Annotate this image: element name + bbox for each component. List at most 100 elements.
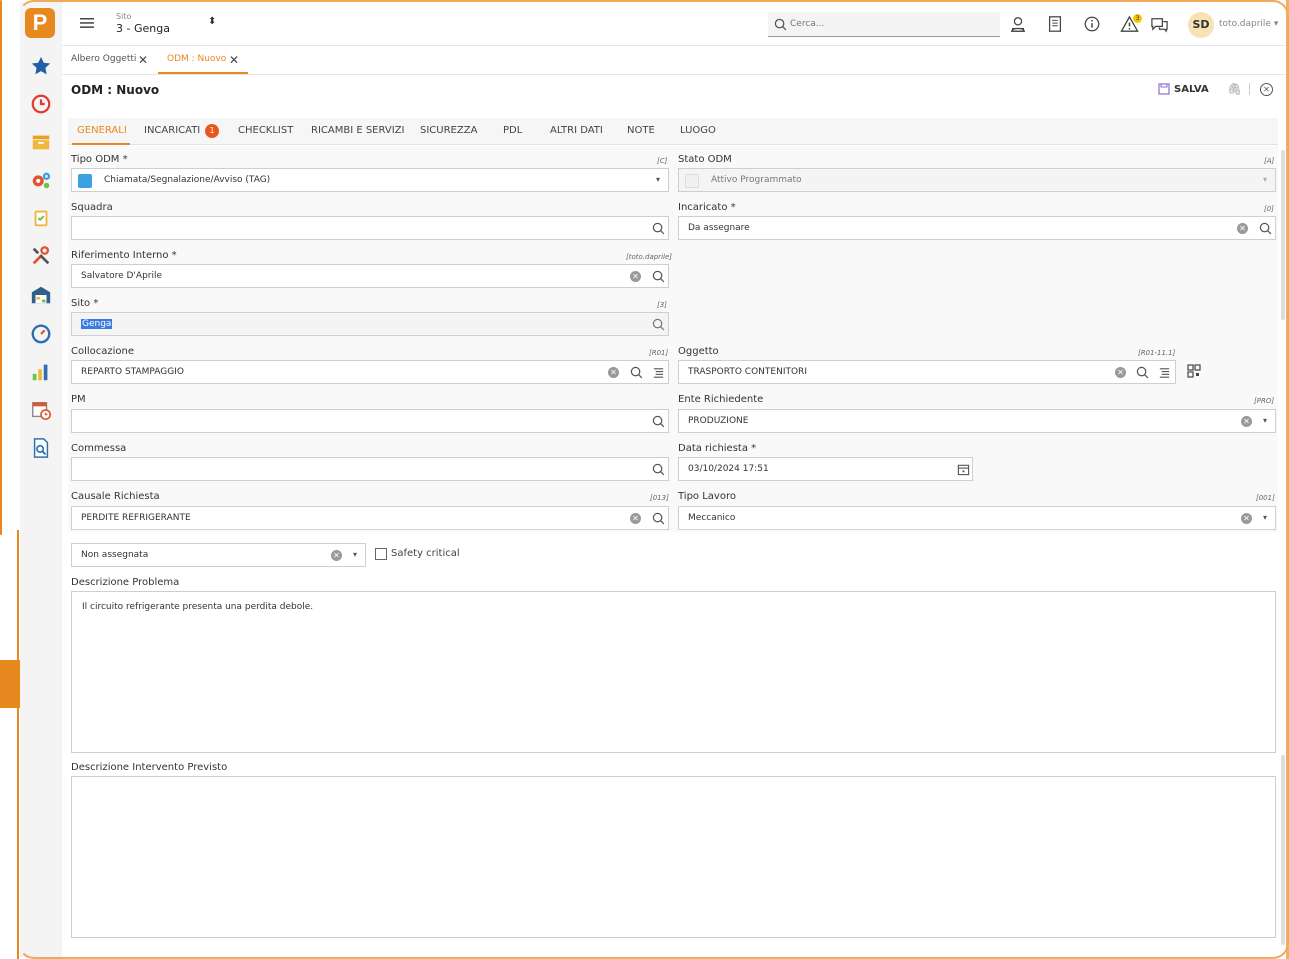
- clear-icon[interactable]: ✕: [1241, 416, 1252, 427]
- search-icon[interactable]: [652, 512, 665, 525]
- user-support-icon[interactable]: [1008, 14, 1028, 34]
- hamburger-menu-icon[interactable]: [80, 17, 94, 29]
- clear-icon[interactable]: ✕: [1115, 367, 1126, 378]
- divider: [1249, 83, 1250, 95]
- clipboard-icon[interactable]: [29, 206, 53, 230]
- causale-value: PERDITE REFRIGERANTE: [81, 513, 191, 523]
- chat-icon[interactable]: [1149, 14, 1169, 34]
- search-icon[interactable]: [652, 463, 665, 476]
- close-icon[interactable]: ✕: [229, 53, 239, 67]
- caret-down-icon[interactable]: ▾: [1263, 416, 1267, 425]
- favorites-star-icon[interactable]: [29, 54, 53, 78]
- bar-chart-icon[interactable]: [29, 360, 53, 384]
- sito-code: [3]: [657, 301, 667, 309]
- calendar-clock-icon[interactable]: [29, 398, 53, 422]
- warehouse-icon[interactable]: [29, 283, 53, 307]
- avatar[interactable]: SD: [1188, 12, 1214, 38]
- sort-arrows-icon[interactable]: ⬍: [208, 16, 216, 27]
- riferimento-input[interactable]: Salvatore D'Aprile ✕: [71, 264, 669, 288]
- tipo-lavoro-code: [001]: [1256, 494, 1275, 502]
- chevron-down-icon: ▾: [1273, 19, 1279, 29]
- close-icon[interactable]: ✕: [138, 53, 148, 67]
- oggetto-input[interactable]: TRASPORTO CONTENITORI ✕: [678, 360, 1176, 384]
- caret-down-icon[interactable]: ▾: [353, 550, 357, 559]
- state-color-swatch: [685, 174, 699, 188]
- calendar-icon[interactable]: [957, 463, 970, 476]
- clear-icon[interactable]: ✕: [630, 513, 641, 524]
- descrizione-problema-textarea[interactable]: Il circuito refrigerante presenta una pe…: [71, 591, 1276, 753]
- tab-albero-oggetti[interactable]: Albero Oggetti: [71, 54, 136, 64]
- safety-critical-checkbox[interactable]: [375, 548, 387, 560]
- info-icon[interactable]: [1082, 14, 1102, 34]
- user-menu[interactable]: toto.daprile ▾: [1219, 19, 1278, 29]
- tab-ricambi-servizi[interactable]: RICAMBI E SERVIZI: [311, 125, 405, 136]
- commessa-input[interactable]: [71, 457, 669, 481]
- site-selector[interactable]: 3 - Genga: [116, 22, 170, 35]
- scrollbar[interactable]: [1281, 150, 1285, 320]
- clear-icon[interactable]: ✕: [331, 550, 342, 561]
- squadra-input[interactable]: [71, 216, 669, 240]
- clear-icon[interactable]: ✕: [1241, 513, 1252, 524]
- tab-altri-dati[interactable]: ALTRI DATI: [550, 125, 603, 136]
- clear-icon[interactable]: ✕: [630, 271, 641, 282]
- clock-icon[interactable]: [29, 92, 53, 116]
- tipo-odm-select[interactable]: Chiamata/Segnalazione/Avviso (TAG) ▾: [71, 168, 669, 192]
- qr-code-icon[interactable]: [1187, 364, 1201, 378]
- caret-down-icon[interactable]: ▾: [1263, 513, 1267, 522]
- search-icon[interactable]: [652, 270, 665, 283]
- tab-checklist[interactable]: CHECKLIST: [238, 125, 293, 136]
- list-tree-icon[interactable]: [1158, 366, 1171, 379]
- save-label: SALVA: [1174, 83, 1209, 95]
- descrizione-intervento-label: Descrizione Intervento Previsto: [71, 762, 228, 773]
- tipo-odm-label: Tipo ODM *: [71, 154, 128, 165]
- site-label: Sito: [116, 12, 132, 21]
- causale-input[interactable]: PERDITE REFRIGERANTE ✕: [71, 506, 669, 530]
- search-icon[interactable]: [1259, 222, 1272, 235]
- book-icon[interactable]: [1045, 14, 1065, 34]
- list-tree-icon[interactable]: [652, 366, 665, 379]
- search-icon[interactable]: [1136, 366, 1149, 379]
- app-logo[interactable]: P: [25, 8, 55, 38]
- tab-incaricati[interactable]: INCARICATI: [144, 125, 200, 136]
- descrizione-intervento-textarea[interactable]: [71, 776, 1276, 938]
- sito-input[interactable]: Genga: [71, 312, 669, 336]
- search-icon[interactable]: [652, 222, 665, 235]
- app-window: P Sito 3 - Genga ⬍ Cerca... 3 SD toto.da…: [0, 0, 1289, 959]
- collocazione-value: REPARTO STAMPAGGIO: [81, 367, 184, 377]
- clear-icon[interactable]: ✕: [1237, 223, 1248, 234]
- search-icon[interactable]: [652, 415, 665, 428]
- caret-down-icon: ▾: [656, 175, 661, 184]
- tab-generali[interactable]: GENERALI: [77, 125, 127, 136]
- tab-odm-nuovo[interactable]: ODM : Nuovo: [167, 54, 226, 64]
- tab-luogo[interactable]: LUOGO: [680, 125, 716, 136]
- tab-sicurezza[interactable]: SICUREZZA: [420, 125, 477, 136]
- attachment-icon[interactable]: 🖇: [1227, 82, 1242, 96]
- search-icon[interactable]: [652, 318, 665, 331]
- scrollbar[interactable]: [1281, 755, 1285, 945]
- clear-icon[interactable]: ✕: [608, 367, 619, 378]
- save-button[interactable]: SALVA: [1158, 83, 1209, 95]
- priority-select[interactable]: Non assegnata ✕ ▾: [71, 543, 366, 567]
- data-richiesta-input[interactable]: 03/10/2024 17:51: [678, 457, 973, 481]
- save-icon: [1158, 83, 1170, 95]
- incaricato-label: Incaricato *: [678, 202, 736, 213]
- tools-icon[interactable]: [29, 244, 53, 268]
- collocazione-code: [R01]: [649, 349, 669, 357]
- stato-odm-select: Attivo Programmato ▾: [678, 168, 1276, 192]
- gears-icon[interactable]: [29, 168, 53, 192]
- pm-input[interactable]: [71, 409, 669, 433]
- tab-pdl[interactable]: PDL: [503, 125, 522, 136]
- collocazione-input[interactable]: REPARTO STAMPAGGIO ✕: [71, 360, 669, 384]
- gauge-icon[interactable]: [29, 321, 53, 345]
- ente-select[interactable]: PRODUZIONE ✕ ▾: [678, 409, 1276, 433]
- close-circle-icon[interactable]: ✕: [1260, 83, 1273, 96]
- incaricato-input[interactable]: Da assegnare ✕: [678, 216, 1276, 240]
- document-search-icon[interactable]: [29, 436, 53, 460]
- causale-label: Causale Richiesta: [71, 491, 160, 502]
- tab-note[interactable]: NOTE: [627, 125, 655, 136]
- global-search[interactable]: [768, 12, 1000, 37]
- search-icon[interactable]: [630, 366, 643, 379]
- search-input[interactable]: [790, 16, 990, 32]
- archive-icon[interactable]: [29, 130, 53, 154]
- tipo-lavoro-select[interactable]: Meccanico ✕ ▾: [678, 506, 1276, 530]
